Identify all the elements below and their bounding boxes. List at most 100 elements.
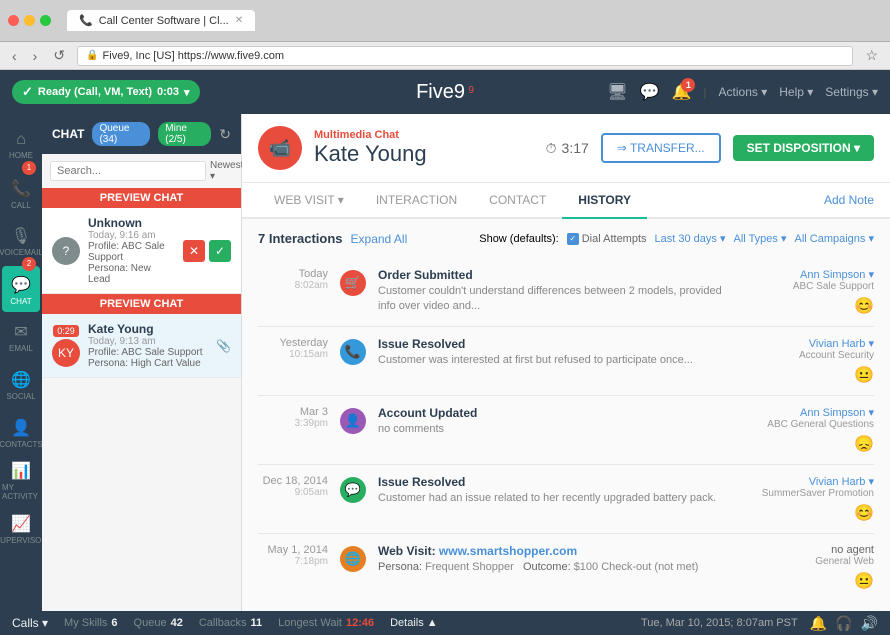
browser-dots — [8, 15, 51, 26]
disposition-button[interactable]: SET DISPOSITION ▾ — [733, 135, 874, 161]
web-visit-link[interactable]: www.smartshopper.com — [439, 544, 577, 558]
sidebar-item-contacts[interactable]: 👤 Contacts — [2, 410, 40, 456]
contact-info-unknown: Unknown Today, 9:16 am Profile: ABC Sale… — [88, 216, 175, 285]
time-label-4: 7:18pm — [258, 556, 328, 567]
interaction-row-0: Today 8:02am 🛒 Order Submitted Customer … — [258, 258, 874, 327]
agent-name-3[interactable]: Vivian Harb ▾ — [734, 475, 874, 488]
address-bar[interactable]: 🔒 Five9, Inc [US] https://www.five9.com — [77, 46, 853, 66]
activity-icon: 📊 — [11, 461, 31, 481]
interaction-desc-4: Persona: Frequent Shopper Outcome: $100 … — [378, 560, 722, 575]
refresh-icon[interactable]: ↻ — [219, 126, 231, 143]
all-campaigns-filter[interactable]: All Campaigns ▾ — [795, 232, 875, 245]
help-button[interactable]: Help ▾ — [779, 85, 813, 99]
top-bar-center: Five9 9 — [416, 81, 474, 104]
interactions-count-text: 7 Interactions — [258, 231, 343, 246]
agent-name-4: no agent — [734, 544, 874, 556]
status-badge[interactable]: ✓ Ready (Call, VM, Text) 0:03 ▾ — [12, 80, 200, 104]
multimedia-icon: 📹 — [258, 126, 302, 170]
settings-button[interactable]: Settings ▾ — [825, 85, 878, 99]
minimize-dot[interactable] — [24, 15, 35, 26]
back-button[interactable]: ‹ — [8, 46, 21, 66]
queue-item: Queue 42 — [134, 617, 183, 629]
close-dot[interactable] — [8, 15, 19, 26]
sidebar-item-call[interactable]: 1 📞 Call — [2, 170, 40, 216]
outcome-label: Outcome: — [523, 561, 574, 573]
sidebar-item-my-activity[interactable]: 📊 My Activity — [2, 458, 40, 504]
all-types-filter[interactable]: All Types ▾ — [733, 232, 786, 245]
agent-name-2[interactable]: Ann Simpson ▾ — [734, 406, 874, 419]
time-label-3: 9:05am — [258, 487, 328, 498]
interaction-date-1: Yesterday 10:15am — [258, 337, 328, 360]
details-button[interactable]: Details ▲ — [390, 617, 438, 629]
sidebar-item-home[interactable]: ⌂ Home — [2, 122, 40, 168]
contact-item-kate[interactable]: 0:29 KY Kate Young Today, 9:13 am Profil… — [42, 314, 241, 378]
tab-contact[interactable]: CONTACT — [473, 183, 562, 219]
preview-chat-header-2: PREVIEW CHAT — [42, 294, 241, 314]
agent-name-1[interactable]: Vivian Harb ▾ — [734, 337, 874, 350]
tab-web-visit[interactable]: WEB VISIT ▾ — [258, 183, 360, 219]
interaction-desc-2: no comments — [378, 422, 722, 437]
refresh-button[interactable]: ↺ — [49, 45, 69, 66]
newest-dropdown[interactable]: Newest ▾ — [210, 160, 243, 182]
sidebar-item-social[interactable]: 🌐 Social — [2, 362, 40, 408]
headset-icon[interactable]: 🎧 — [835, 615, 852, 632]
agent-name-0[interactable]: Ann Simpson ▾ — [734, 268, 874, 281]
sidebar-item-voicemail[interactable]: 🎙 Voicemail — [2, 218, 40, 264]
my-skills-item: My Skills 6 — [64, 617, 118, 629]
queue-badge[interactable]: Queue (34) — [92, 122, 150, 146]
interaction-row-1: Yesterday 10:15am 📞 Issue Resolved Custo… — [258, 327, 874, 396]
interaction-date-4: May 1, 2014 7:18pm — [258, 544, 328, 567]
bookmark-icon[interactable]: ☆ — [861, 45, 882, 66]
interaction-desc-1: Customer was interested at first but ref… — [378, 353, 722, 368]
alert-icon[interactable]: 🔔 — [810, 615, 827, 632]
volume-icon[interactable]: 🔊 — [861, 615, 878, 632]
date-label-1: Yesterday — [258, 337, 328, 349]
bell-icon[interactable]: 🔔1 — [671, 82, 691, 102]
contact-profile-unknown: Profile: ABC Sale Support — [88, 241, 175, 263]
add-note-button[interactable]: Add Note — [824, 193, 874, 207]
date-label-3: Dec 18, 2014 — [258, 475, 328, 487]
sidebar-item-email[interactable]: ✉ Email — [2, 314, 40, 360]
tab-history[interactable]: HISTORY — [562, 183, 647, 219]
interaction-right-3: Vivian Harb ▾ SummerSaver Promotion 😊 — [734, 475, 874, 523]
contact-name-header: Kate Young — [314, 141, 427, 167]
contact-persona-kate: Persona: High Cart Value — [88, 358, 208, 369]
search-input[interactable] — [50, 161, 206, 181]
time-label-1: 10:15am — [258, 349, 328, 360]
chat-tab-label[interactable]: CHAT — [52, 127, 84, 141]
reject-button-unknown[interactable]: ✕ — [183, 240, 205, 262]
bell-badge: 1 — [681, 78, 695, 92]
sidebar-item-supervisor[interactable]: 📈 Supervisor — [2, 506, 40, 552]
interaction-icon-1: 📞 — [340, 339, 366, 365]
calls-dropdown[interactable]: Calls ▾ — [12, 616, 48, 630]
contact-header: 📹 Multimedia Chat Kate Young ⏱ 3:17 ⇒ TR… — [242, 114, 890, 183]
my-skills-label: My Skills — [64, 617, 107, 629]
dial-attempts-filter[interactable]: ✓ Dial Attempts — [567, 233, 647, 245]
mine-badge[interactable]: Mine (2/5) — [158, 122, 211, 146]
monitor-icon[interactable]: 🖥 — [607, 82, 627, 102]
accept-button-unknown[interactable]: ✓ — [209, 240, 231, 262]
interaction-date-0: Today 8:02am — [258, 268, 328, 291]
tab-interaction[interactable]: INTERACTION — [360, 183, 473, 219]
queue-status-value: 42 — [171, 617, 183, 629]
tab-close-btn[interactable]: ✕ — [235, 15, 243, 26]
transfer-button[interactable]: ⇒ TRANSFER... — [601, 133, 721, 163]
sidebar-item-chat[interactable]: 2 💬 Chat — [2, 266, 40, 312]
chat-icon[interactable]: 💬 — [640, 82, 660, 102]
forward-button[interactable]: › — [29, 46, 42, 66]
interaction-body-3: Issue Resolved Customer had an issue rel… — [378, 475, 722, 506]
actions-button[interactable]: Actions ▾ — [719, 85, 768, 99]
expand-all-button[interactable]: Expand All — [351, 232, 408, 246]
social-icon: 🌐 — [11, 370, 31, 390]
campaign-name-4: General Web — [734, 556, 874, 567]
app-logo: Five9 — [416, 81, 465, 103]
contact-item-unknown[interactable]: ? Unknown Today, 9:16 am Profile: ABC Sa… — [42, 208, 241, 294]
last-30-days-filter[interactable]: Last 30 days ▾ — [655, 232, 726, 245]
contacts-icon: 👤 — [11, 418, 31, 438]
fullscreen-dot[interactable] — [40, 15, 51, 26]
campaign-name-3: SummerSaver Promotion — [734, 488, 874, 499]
campaign-name-0: ABC Sale Support — [734, 281, 874, 292]
chat-badge: 2 — [22, 257, 36, 271]
callbacks-item: Callbacks 11 — [199, 617, 262, 629]
browser-tab[interactable]: 📞 Call Center Software | Cl... ✕ — [67, 10, 255, 31]
